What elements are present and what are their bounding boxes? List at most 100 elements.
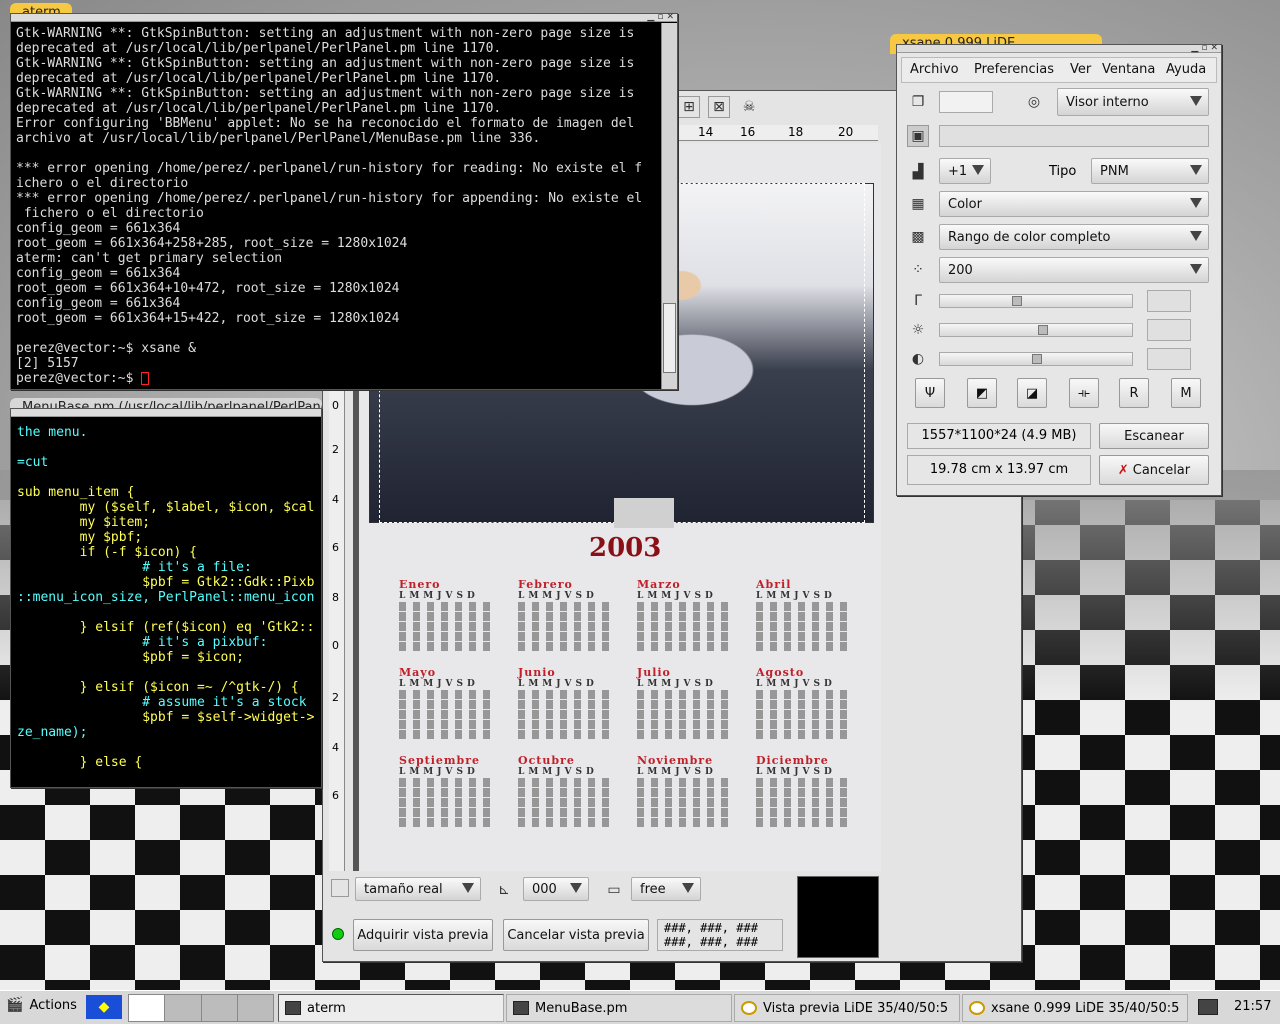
contrast-slider[interactable] xyxy=(939,352,1133,366)
ruler-top-tick: 14 xyxy=(698,125,714,139)
brightness-slider[interactable] xyxy=(939,323,1133,337)
cancel-scan-button[interactable]: ✗ Cancelar xyxy=(1099,455,1209,485)
terminal-line: perez@vector:~$ xyxy=(16,371,662,386)
type-select[interactable]: PNM xyxy=(1091,158,1209,184)
terminal-line: *** error opening /home/perez/.perlpanel… xyxy=(16,191,643,206)
menu-archivo[interactable]: Archivo xyxy=(910,62,959,77)
zoom-out-icon[interactable]: ⊠ xyxy=(708,96,730,118)
filename-field[interactable] xyxy=(939,125,1209,147)
resolution-select[interactable]: 200 xyxy=(939,257,1209,283)
day-row-graphic xyxy=(518,818,614,827)
code-line: # it's a pixbuf: xyxy=(17,635,268,650)
day-row-graphic xyxy=(756,720,852,729)
minimize-icon[interactable]: ▁ xyxy=(1191,44,1198,53)
split-button[interactable]: ⟛ xyxy=(1069,378,1099,408)
color-mode-select[interactable]: Color xyxy=(939,191,1209,217)
day-row-graphic xyxy=(399,798,495,807)
ratio-select[interactable]: free xyxy=(631,877,701,901)
gradient-1-button[interactable]: ◩ xyxy=(967,378,997,408)
menu-ventana[interactable]: Ventana xyxy=(1102,62,1155,77)
rotation-select[interactable]: 000 xyxy=(523,877,589,901)
pager-desk-3[interactable] xyxy=(201,995,238,1021)
day-row-graphic xyxy=(637,720,733,729)
calendar-grid: Enero LMMJVSD Febrero LMMJVSD Marzo LMMJVSD Ab… xyxy=(399,578,879,868)
menu-ver[interactable]: Ver xyxy=(1070,62,1091,77)
skull-icon[interactable]: ☠ xyxy=(738,96,760,118)
pager-desk-4[interactable] xyxy=(237,995,273,1021)
step-select[interactable]: +1 xyxy=(939,158,991,184)
day-row-graphic xyxy=(518,632,614,641)
menu-ayuda[interactable]: Ayuda xyxy=(1166,62,1206,77)
color-swatch xyxy=(797,876,879,958)
zoom-fit-icon[interactable]: ⊞ xyxy=(678,96,700,118)
code-line: } elsif (ref($icon) eq 'Gtk2:: xyxy=(17,620,315,635)
acquire-preview-button[interactable]: Adquirir vista previa xyxy=(353,919,493,951)
viewer-select[interactable]: Visor interno xyxy=(1057,88,1209,116)
selection-handle[interactable] xyxy=(614,498,674,528)
contrast-value-field[interactable] xyxy=(1147,348,1191,370)
terminal-output[interactable]: Gtk-WARNING **: GtkSpinButton: setting a… xyxy=(16,26,662,388)
brightness-icon: ☼ xyxy=(911,322,925,338)
task-label: xsane 0.999 LiDE 35/40/50:5 xyxy=(991,1000,1180,1016)
gamma-value-field[interactable] xyxy=(1147,290,1191,312)
menubar: Archivo Preferencias Ver Ventana Ayuda xyxy=(901,57,1217,83)
xsane-titlebar: ▁ ▫ ✕ xyxy=(897,44,1221,53)
scrollbar[interactable] xyxy=(661,23,677,389)
scan-button[interactable]: Escanear xyxy=(1099,423,1209,449)
gradient-2-button[interactable]: ◪ xyxy=(1017,378,1047,408)
color-mode-icon: ▦ xyxy=(911,196,925,212)
pager[interactable] xyxy=(128,994,274,1022)
restore-button[interactable]: R xyxy=(1119,378,1149,408)
fish-icon[interactable]: ◆ xyxy=(86,995,122,1019)
day-row-graphic xyxy=(756,788,852,797)
minimize-icon[interactable]: ▁ xyxy=(647,13,654,22)
slider-knob[interactable] xyxy=(1012,296,1022,306)
calendar-month: Junio LMMJVSD xyxy=(518,666,628,739)
color-range-select[interactable]: Rango de color completo xyxy=(939,224,1209,250)
zoom-select[interactable]: tamaño real xyxy=(355,877,481,901)
color-readout-line: ###, ###, ### xyxy=(664,935,758,949)
month-name: Septiembre xyxy=(399,754,481,767)
task-aterm[interactable]: aterm xyxy=(278,994,504,1022)
slider-knob[interactable] xyxy=(1032,354,1042,364)
maximize-icon[interactable]: ▫ xyxy=(657,13,663,22)
cancel-preview-button[interactable]: Cancelar vista previa xyxy=(503,919,649,951)
brightness-value-field[interactable] xyxy=(1147,319,1191,341)
task-preview[interactable]: Vista previa LiDE 35/40/50:5 xyxy=(734,994,960,1022)
calendar-year: 2003 xyxy=(589,533,662,563)
task-menubase[interactable]: MenuBase.pm xyxy=(506,994,732,1022)
month-name: Agosto xyxy=(756,666,805,679)
store-button[interactable]: M xyxy=(1171,378,1201,408)
terminal-line: ichero o el directorio xyxy=(16,176,189,191)
day-row-graphic xyxy=(637,798,733,807)
gamma-slider[interactable] xyxy=(939,294,1133,308)
close-icon[interactable]: ✕ xyxy=(1210,44,1218,53)
slider-knob[interactable] xyxy=(1038,325,1048,335)
monitor-icon[interactable] xyxy=(1198,999,1218,1015)
target-icon: ◎ xyxy=(1027,94,1041,110)
code-line: $pbf = $icon; xyxy=(17,650,244,665)
terminal-line: aterm: can't get primary selection xyxy=(16,251,283,266)
pager-desk-1[interactable] xyxy=(129,995,166,1021)
scrollbar-thumb[interactable] xyxy=(663,303,676,373)
copies-spin[interactable] xyxy=(939,91,993,113)
day-row-graphic xyxy=(637,778,733,787)
day-row-graphic xyxy=(518,642,614,651)
day-row-graphic xyxy=(518,612,614,621)
day-header: LMMJVSD xyxy=(518,679,598,689)
cancel-icon: ✗ xyxy=(1117,462,1129,478)
ruler-left-tick: 4 xyxy=(332,741,339,754)
maximize-icon[interactable]: ▫ xyxy=(1201,44,1207,53)
resolution-value: 200 xyxy=(948,262,973,278)
pager-desk-2[interactable] xyxy=(165,995,202,1021)
auto-enhance-button[interactable]: Ψ xyxy=(915,378,945,408)
range-icon: ▩ xyxy=(911,229,925,245)
terminal-line: *** error opening /home/perez/.perlpanel… xyxy=(16,161,643,176)
day-row-graphic xyxy=(399,720,495,729)
menu-preferencias[interactable]: Preferencias xyxy=(974,62,1054,77)
task-xsane[interactable]: xsane 0.999 LiDE 35/40/50:5 xyxy=(962,994,1188,1022)
terminal-line: perez@vector:~$ xsane & xyxy=(16,341,197,356)
close-icon[interactable]: ✕ xyxy=(666,13,674,22)
actions-menu[interactable]: 🎬 Actions xyxy=(6,997,77,1013)
code-editor[interactable]: the menu. =cut sub menu_item { my ($self… xyxy=(17,425,321,785)
